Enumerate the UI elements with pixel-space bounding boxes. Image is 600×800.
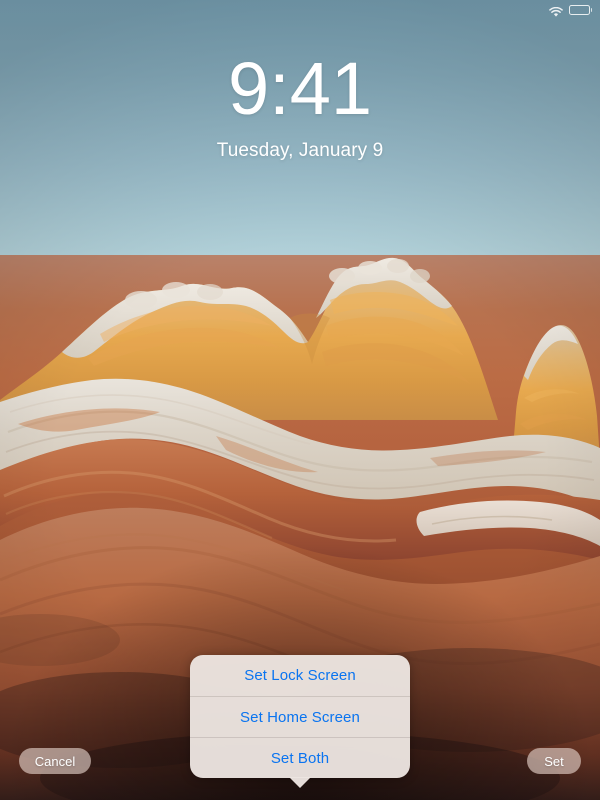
- battery-icon: [568, 5, 592, 15]
- popover-arrow: [289, 777, 311, 788]
- set-lock-screen-button[interactable]: Set Lock Screen: [190, 655, 410, 696]
- wifi-icon: [548, 5, 563, 17]
- set-home-screen-button[interactable]: Set Home Screen: [190, 696, 410, 737]
- set-both-button[interactable]: Set Both: [190, 737, 410, 778]
- clock-time: 9:41: [227, 47, 373, 130]
- clock-date: Tuesday, January 9: [216, 140, 384, 161]
- lock-screen-clock: 9:41 Tuesday, January 9: [0, 52, 600, 162]
- set-button[interactable]: Set: [527, 748, 581, 774]
- set-wallpaper-popover: Set Lock Screen Set Home Screen Set Both: [190, 655, 410, 788]
- cancel-button[interactable]: Cancel: [19, 748, 91, 774]
- status-bar: [0, 0, 600, 20]
